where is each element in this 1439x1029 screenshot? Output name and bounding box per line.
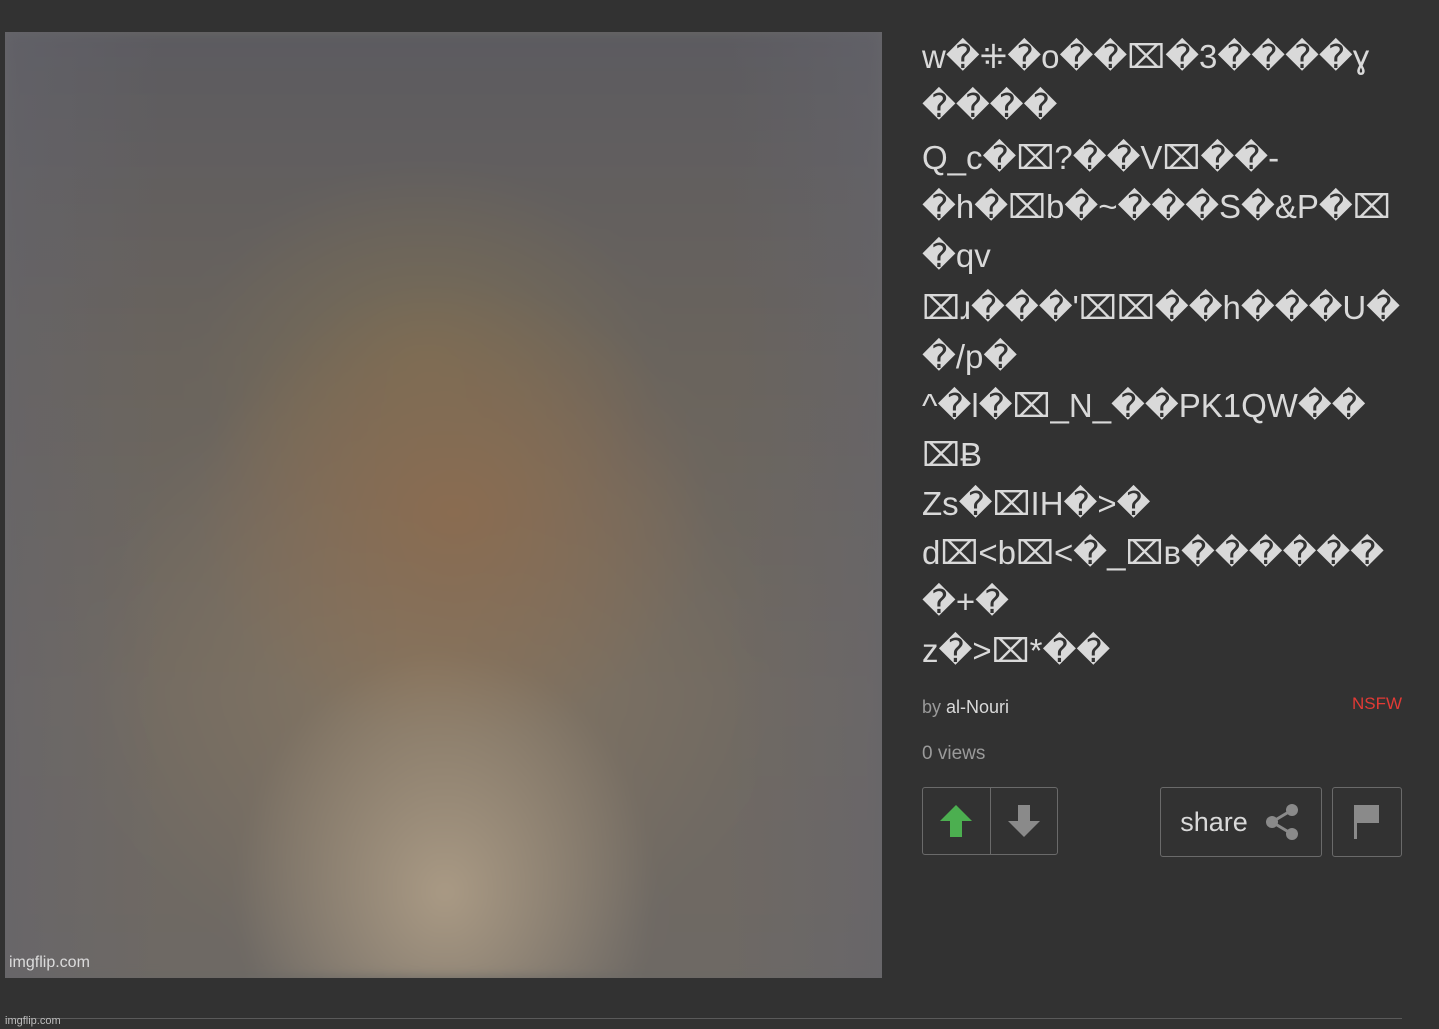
post-title: w�⁜�o��⌧�3����ɣ���� Q_c�⌧?��V⌧��- �h�⌧b�… <box>922 32 1402 675</box>
title-line: d⌧<b⌧<�_⌧ʙ�������+� <box>922 534 1385 620</box>
upvote-button[interactable] <box>923 788 990 854</box>
title-line: Zs�⌧IH�>� <box>922 485 1151 522</box>
footer-divider <box>5 1018 1402 1019</box>
share-button[interactable]: share <box>1160 787 1322 857</box>
post-info-panel: w�⁜�o��⌧�3����ɣ���� Q_c�⌧?��V⌧��- �h�⌧b�… <box>922 32 1402 857</box>
title-line: ⌧ɹ���'⌧⌧��h���U��/p� <box>922 289 1401 375</box>
flag-button[interactable] <box>1332 787 1402 857</box>
title-line: z�>⌧*�� <box>922 632 1111 669</box>
nsfw-badge: NSFW <box>1351 694 1402 713</box>
arrow-up-icon <box>940 805 973 837</box>
by-label: by <box>922 697 942 717</box>
author-link[interactable]: al-Nouri <box>946 697 1009 717</box>
page: imgflip.com w�⁜�o��⌧�3����ɣ���� Q_c�⌧?��… <box>0 0 1439 1029</box>
title-line: Q_c�⌧?��V⌧��- <box>922 139 1280 176</box>
image-vignette <box>5 32 882 978</box>
arrow-down-icon <box>1007 805 1040 837</box>
view-count: 0 views <box>922 743 986 764</box>
downvote-button[interactable] <box>989 788 1058 854</box>
share-icon <box>1265 804 1298 840</box>
title-line: �h�⌧b�~���S�&P�⌧�qv <box>922 188 1391 274</box>
title-line: ^�l�⌧_N_��PK1QW��⌧Ƀ <box>922 387 1366 473</box>
flag-icon <box>1354 805 1379 839</box>
action-bar: share <box>922 787 1402 857</box>
share-label: share <box>1180 806 1248 837</box>
image-watermark: imgflip.com <box>9 954 90 971</box>
meme-image[interactable]: imgflip.com <box>5 32 882 978</box>
footer-watermark: imgflip.com <box>5 1015 61 1027</box>
author-row: by al-Nouri NSFW <box>922 694 1402 721</box>
title-line: w�⁜�o��⌧�3����ɣ���� <box>922 38 1370 124</box>
vote-group <box>922 787 1058 855</box>
